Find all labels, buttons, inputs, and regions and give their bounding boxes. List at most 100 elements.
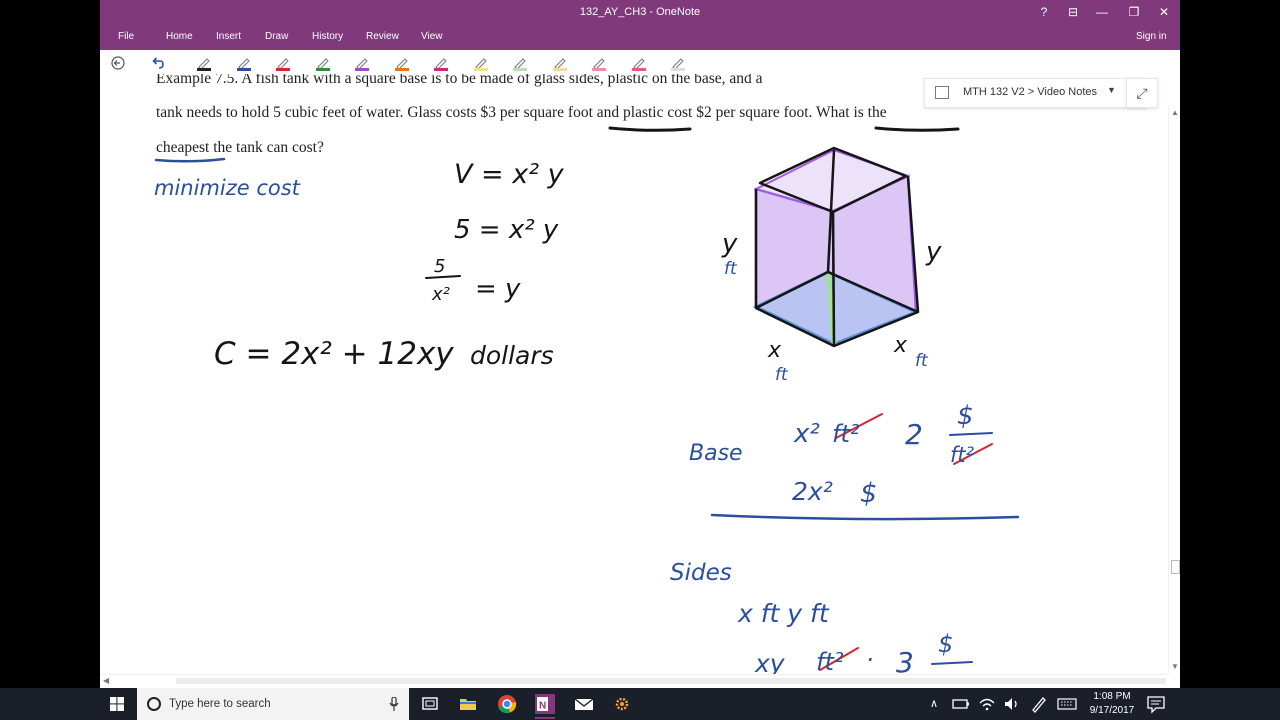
- tab-insert[interactable]: Insert: [216, 31, 241, 42]
- onenote-window: 132_AY_CH3 - OneNote ? ⊟ — ❐ ✕ File Home…: [100, 0, 1180, 688]
- base-price: 2: [905, 418, 923, 451]
- sides-price: 3: [896, 646, 914, 674]
- pen-tool-icon[interactable]: [236, 55, 252, 71]
- letterbox-right: [1180, 0, 1280, 720]
- vertical-scrollbar[interactable]: ▲ ▼: [1168, 106, 1180, 674]
- app-settings-icon[interactable]: [612, 694, 632, 714]
- svg-text:N: N: [539, 701, 546, 712]
- pen-tool-icon[interactable]: [354, 55, 370, 71]
- title-bar: 132_AY_CH3 - OneNote ? ⊟ — ❐ ✕: [100, 0, 1180, 26]
- tab-view[interactable]: View: [421, 31, 443, 42]
- scroll-left-icon[interactable]: ◀: [103, 676, 109, 685]
- notification-center-icon[interactable]: [1146, 694, 1166, 714]
- tank-width-unit-right: ft: [915, 351, 929, 371]
- tank-height-unit-left: ft: [724, 259, 738, 279]
- tab-file[interactable]: File: [118, 31, 134, 42]
- fraction-numerator: 5: [434, 256, 445, 277]
- letterbox-left: [0, 0, 100, 720]
- tank-width-label-right: x: [893, 333, 908, 358]
- volume-five-equation: 5 = x² y: [454, 215, 559, 245]
- expand-icon[interactable]: ⤢: [1126, 78, 1158, 108]
- undo-icon[interactable]: [150, 55, 166, 71]
- base-area: x²: [793, 419, 820, 449]
- pen-tool-icon[interactable]: [670, 55, 686, 71]
- pen-tool-icon[interactable]: [473, 55, 489, 71]
- system-clock[interactable]: 1:08 PM 9/17/2017: [1083, 690, 1141, 718]
- pen-tool-icon[interactable]: [512, 55, 528, 71]
- base-label: Base: [689, 441, 743, 466]
- wifi-icon[interactable]: [977, 694, 997, 714]
- pen-tool-icon[interactable]: [315, 55, 331, 71]
- sides-area-unit: ft²: [816, 648, 844, 674]
- pen-tool-icon[interactable]: [275, 55, 291, 71]
- pen-tool-icon[interactable]: [433, 55, 449, 71]
- sides-label: Sides: [670, 560, 732, 586]
- chevron-up-icon[interactable]: ∧: [930, 697, 938, 710]
- chrome-icon[interactable]: [497, 694, 517, 714]
- clock-time: 1:08 PM: [1093, 691, 1131, 702]
- tab-draw[interactable]: Draw: [265, 31, 288, 42]
- horizontal-scroll-thumb[interactable]: [176, 678, 1166, 684]
- tank-height-label-right: y: [925, 237, 942, 267]
- pen-workspace-icon[interactable]: [1029, 694, 1049, 714]
- task-view-icon[interactable]: [420, 694, 440, 714]
- tab-review[interactable]: Review: [366, 31, 399, 42]
- window-title: 132_AY_CH3 - OneNote: [579, 6, 701, 18]
- chevron-down-icon: ▼: [1107, 85, 1116, 95]
- ribbon-tabs: File Home Insert Draw History Review Vie…: [100, 26, 1180, 50]
- base-cost-dollar: $: [860, 478, 877, 509]
- fraction-equals-y: = y: [475, 274, 521, 304]
- handwriting-layer: minimize cost V = x² y 5 = x² y 5 x² = y…: [154, 159, 975, 674]
- sides-price-dollar: $: [938, 630, 953, 658]
- minimize-button[interactable]: —: [1092, 3, 1112, 21]
- draw-toolbar: [100, 52, 1180, 74]
- clock-date: 9/17/2017: [1089, 705, 1135, 716]
- microphone-icon[interactable]: [389, 697, 399, 711]
- dollars-label: dollars: [470, 341, 554, 370]
- back-arrow-icon[interactable]: [110, 55, 126, 71]
- scroll-down-icon[interactable]: ▼: [1171, 662, 1179, 671]
- base-price-unit: ft²: [950, 443, 975, 467]
- restore-button[interactable]: ❐: [1124, 3, 1144, 21]
- windows-start-icon[interactable]: [110, 697, 124, 711]
- base-cost: 2x²: [792, 477, 833, 506]
- pen-tool-icon[interactable]: [394, 55, 410, 71]
- taskbar-search[interactable]: Type here to search: [137, 688, 409, 720]
- help-button[interactable]: ?: [1034, 3, 1054, 21]
- pen-tool-icon[interactable]: [196, 55, 212, 71]
- tank-width-label-left: x: [767, 338, 782, 363]
- tab-history[interactable]: History: [312, 31, 343, 42]
- mail-icon[interactable]: [574, 694, 594, 714]
- search-placeholder: Type here to search: [169, 698, 271, 710]
- base-area-unit: ft²: [832, 420, 860, 448]
- fraction-denominator: x²: [431, 284, 450, 305]
- cost-equation: C = 2x² + 12xy: [214, 336, 454, 372]
- onenote-active-indicator: [535, 717, 555, 719]
- onenote-icon[interactable]: N: [535, 694, 555, 714]
- horizontal-scrollbar[interactable]: ◀: [100, 674, 1168, 688]
- volume-equation: V = x² y: [454, 159, 565, 190]
- scroll-thumb[interactable]: [1171, 560, 1180, 574]
- pen-tool-icon[interactable]: [631, 55, 647, 71]
- ribbon-display-button[interactable]: ⊟: [1063, 3, 1083, 21]
- breadcrumb-text: MTH 132 V2 > Video Notes: [963, 86, 1098, 98]
- page-icon: [935, 86, 949, 99]
- pen-tool-icon[interactable]: [552, 55, 568, 71]
- page-canvas[interactable]: Example 7.5. A fish tank with a square b…: [100, 52, 1168, 674]
- notebook-breadcrumb[interactable]: MTH 132 V2 > Video Notes ▼: [924, 78, 1146, 108]
- battery-icon[interactable]: [951, 694, 971, 714]
- volume-icon[interactable]: [1002, 694, 1022, 714]
- keyboard-icon[interactable]: [1057, 694, 1077, 714]
- file-explorer-icon[interactable]: [458, 694, 478, 714]
- minimize-cost-note: minimize cost: [154, 176, 301, 200]
- pen-tool-icon[interactable]: [591, 55, 607, 71]
- sides-dimensions: x ft y ft: [737, 599, 830, 628]
- close-button[interactable]: ✕: [1154, 3, 1174, 21]
- cortana-icon: [147, 697, 161, 711]
- base-price-dollar: $: [957, 401, 974, 431]
- sign-in-link[interactable]: Sign in: [1136, 31, 1167, 42]
- tank-width-unit-left: ft: [775, 365, 789, 385]
- tab-home[interactable]: Home: [166, 31, 193, 42]
- sides-multiply-dot: ·: [866, 646, 874, 674]
- scroll-up-icon[interactable]: ▲: [1171, 108, 1179, 117]
